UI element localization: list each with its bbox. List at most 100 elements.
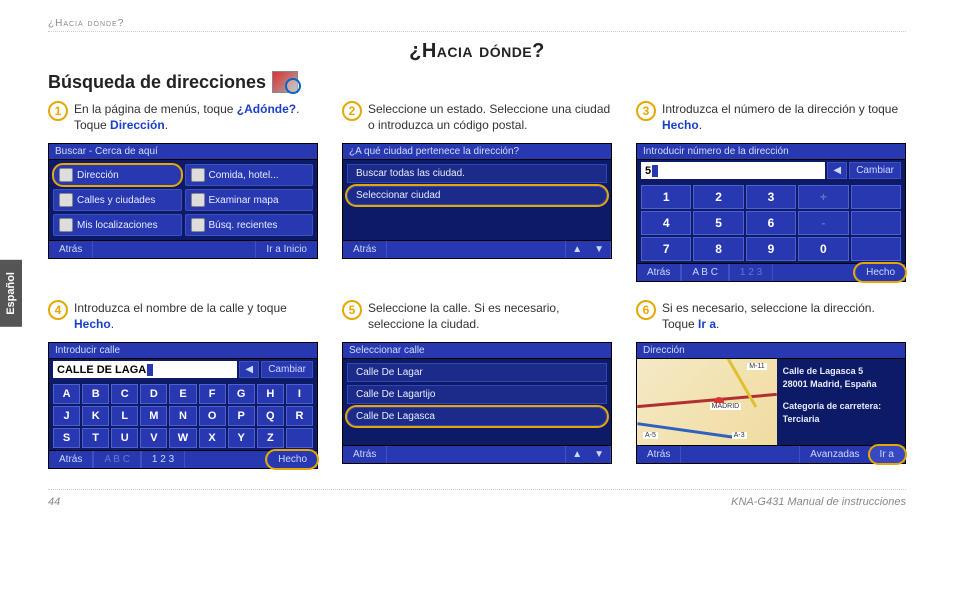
advanced-button[interactable]: Avanzadas bbox=[799, 446, 869, 463]
gps-screen-menu: Buscar - Cerca de aquí Dirección Comida,… bbox=[48, 143, 318, 259]
numeric-keypad: 1 2 3 + 4 5 6 - 7 8 9 0 bbox=[641, 185, 901, 261]
key-3[interactable]: 3 bbox=[746, 185, 796, 209]
key-x[interactable]: X bbox=[199, 428, 226, 448]
step-4: 4 Introduzca el nombre de la calle y toq… bbox=[48, 300, 318, 469]
back-button[interactable]: Atrás bbox=[343, 241, 387, 258]
screen-title: Introducir calle bbox=[49, 343, 317, 359]
page-number: 44 bbox=[48, 496, 60, 508]
street-option[interactable]: Calle De Lagar bbox=[347, 363, 607, 382]
change-button[interactable]: Cambiar bbox=[261, 361, 313, 378]
screen-title: Introducir número de la dirección bbox=[637, 144, 905, 160]
key-7[interactable]: 7 bbox=[641, 237, 691, 261]
num-button[interactable]: 1 2 3 bbox=[141, 451, 185, 468]
menu-comida[interactable]: Comida, hotel... bbox=[185, 164, 314, 186]
number-input[interactable]: 5 bbox=[641, 162, 825, 179]
key-j[interactable]: J bbox=[53, 406, 80, 426]
go-button[interactable]: Ir a bbox=[870, 446, 905, 463]
done-button[interactable]: Hecho bbox=[855, 264, 905, 281]
key-k[interactable]: K bbox=[82, 406, 109, 426]
step-text: En la página de menús, toque ¿Adónde?. T… bbox=[74, 101, 318, 133]
back-button[interactable]: Atrás bbox=[49, 451, 93, 468]
back-button[interactable]: Atrás bbox=[637, 264, 681, 281]
key-d[interactable]: D bbox=[140, 384, 167, 404]
down-button[interactable]: ▼ bbox=[588, 241, 611, 258]
star-icon bbox=[59, 218, 73, 232]
city-icon bbox=[59, 193, 73, 207]
key-h[interactable]: H bbox=[257, 384, 284, 404]
screen-title: Dirección bbox=[637, 343, 905, 359]
key-z[interactable]: Z bbox=[257, 428, 284, 448]
menu-calles[interactable]: Calles y ciudades bbox=[53, 189, 182, 211]
key-w[interactable]: W bbox=[169, 428, 196, 448]
abc-button[interactable]: A B C bbox=[681, 264, 729, 281]
key-q[interactable]: Q bbox=[257, 406, 284, 426]
key-t[interactable]: T bbox=[82, 428, 109, 448]
key-c[interactable]: C bbox=[111, 384, 138, 404]
step-text: Seleccione la calle. Si es necesario, se… bbox=[368, 300, 612, 332]
street-input[interactable]: CALLE DE LAGA bbox=[53, 361, 237, 378]
key-b[interactable]: B bbox=[82, 384, 109, 404]
key-p[interactable]: P bbox=[228, 406, 255, 426]
down-button[interactable]: ▼ bbox=[588, 446, 611, 463]
key-y[interactable]: Y bbox=[228, 428, 255, 448]
done-button[interactable]: Hecho bbox=[267, 451, 317, 468]
backspace-button[interactable]: ◀ bbox=[239, 361, 259, 378]
key-plus[interactable]: + bbox=[798, 185, 848, 209]
menu-recientes[interactable]: Búsq. recientes bbox=[185, 214, 314, 236]
step-1: 1 En la página de menús, toque ¿Adónde?.… bbox=[48, 101, 318, 282]
key-e[interactable]: E bbox=[169, 384, 196, 404]
key-5[interactable]: 5 bbox=[693, 211, 743, 235]
step-number: 6 bbox=[636, 300, 656, 320]
key-8[interactable]: 8 bbox=[693, 237, 743, 261]
key-r[interactable]: R bbox=[286, 406, 313, 426]
food-icon bbox=[191, 168, 205, 182]
step-5: 5 Seleccione la calle. Si es necesario, … bbox=[342, 300, 612, 469]
num-button[interactable]: 1 2 3 bbox=[729, 264, 773, 281]
key-6[interactable]: 6 bbox=[746, 211, 796, 235]
backspace-button[interactable]: ◀ bbox=[827, 162, 847, 179]
gps-screen-street: Introducir calle CALLE DE LAGA ◀ Cambiar… bbox=[48, 342, 318, 469]
abc-button[interactable]: A B C bbox=[93, 451, 141, 468]
section-title: Búsqueda de direcciones bbox=[48, 71, 906, 93]
menu-localizaciones[interactable]: Mis localizaciones bbox=[53, 214, 182, 236]
gps-screen-select-street: Seleccionar calle Calle De Lagar Calle D… bbox=[342, 342, 612, 464]
back-button[interactable]: Atrás bbox=[49, 241, 93, 258]
key-0[interactable]: 0 bbox=[798, 237, 848, 261]
key-n[interactable]: N bbox=[169, 406, 196, 426]
key-a[interactable]: A bbox=[53, 384, 80, 404]
step-text: Seleccione un estado. Seleccione una ciu… bbox=[368, 101, 612, 133]
key-s[interactable]: S bbox=[53, 428, 80, 448]
back-button[interactable]: Atrás bbox=[637, 446, 681, 463]
address-details: Calle de Lagasca 5 28001 Madrid, España … bbox=[777, 359, 905, 445]
key-f[interactable]: F bbox=[199, 384, 226, 404]
street-option[interactable]: Calle De Lagartijo bbox=[347, 385, 607, 404]
key-l[interactable]: L bbox=[111, 406, 138, 426]
key-2[interactable]: 2 bbox=[693, 185, 743, 209]
key-4[interactable]: 4 bbox=[641, 211, 691, 235]
key-v[interactable]: V bbox=[140, 428, 167, 448]
step-number: 3 bbox=[636, 101, 656, 121]
list-select-city[interactable]: Seleccionar ciudad bbox=[347, 186, 607, 205]
key-o[interactable]: O bbox=[199, 406, 226, 426]
step-number: 1 bbox=[48, 101, 68, 121]
map-preview[interactable]: M-11 MADRID A-5 A-3 bbox=[637, 359, 777, 445]
key-m[interactable]: M bbox=[140, 406, 167, 426]
menu-mapa[interactable]: Examinar mapa bbox=[185, 189, 314, 211]
street-option[interactable]: Calle De Lagasca bbox=[347, 407, 607, 426]
menu-direccion[interactable]: Dirección bbox=[53, 164, 182, 186]
key-minus[interactable]: - bbox=[798, 211, 848, 235]
step-text: Introduzca el nombre de la calle y toque… bbox=[74, 300, 318, 332]
key-u[interactable]: U bbox=[111, 428, 138, 448]
main-title: ¿Hacia dónde? bbox=[48, 40, 906, 63]
key-g[interactable]: G bbox=[228, 384, 255, 404]
home-button[interactable]: Ir a Inicio bbox=[255, 241, 317, 258]
change-button[interactable]: Cambiar bbox=[849, 162, 901, 179]
key-1[interactable]: 1 bbox=[641, 185, 691, 209]
key-9[interactable]: 9 bbox=[746, 237, 796, 261]
list-all-cities[interactable]: Buscar todas las ciudad. bbox=[347, 164, 607, 183]
key-i[interactable]: I bbox=[286, 384, 313, 404]
step-number: 2 bbox=[342, 101, 362, 121]
back-button[interactable]: Atrás bbox=[343, 446, 387, 463]
up-button[interactable]: ▲ bbox=[565, 241, 588, 258]
up-button[interactable]: ▲ bbox=[565, 446, 588, 463]
